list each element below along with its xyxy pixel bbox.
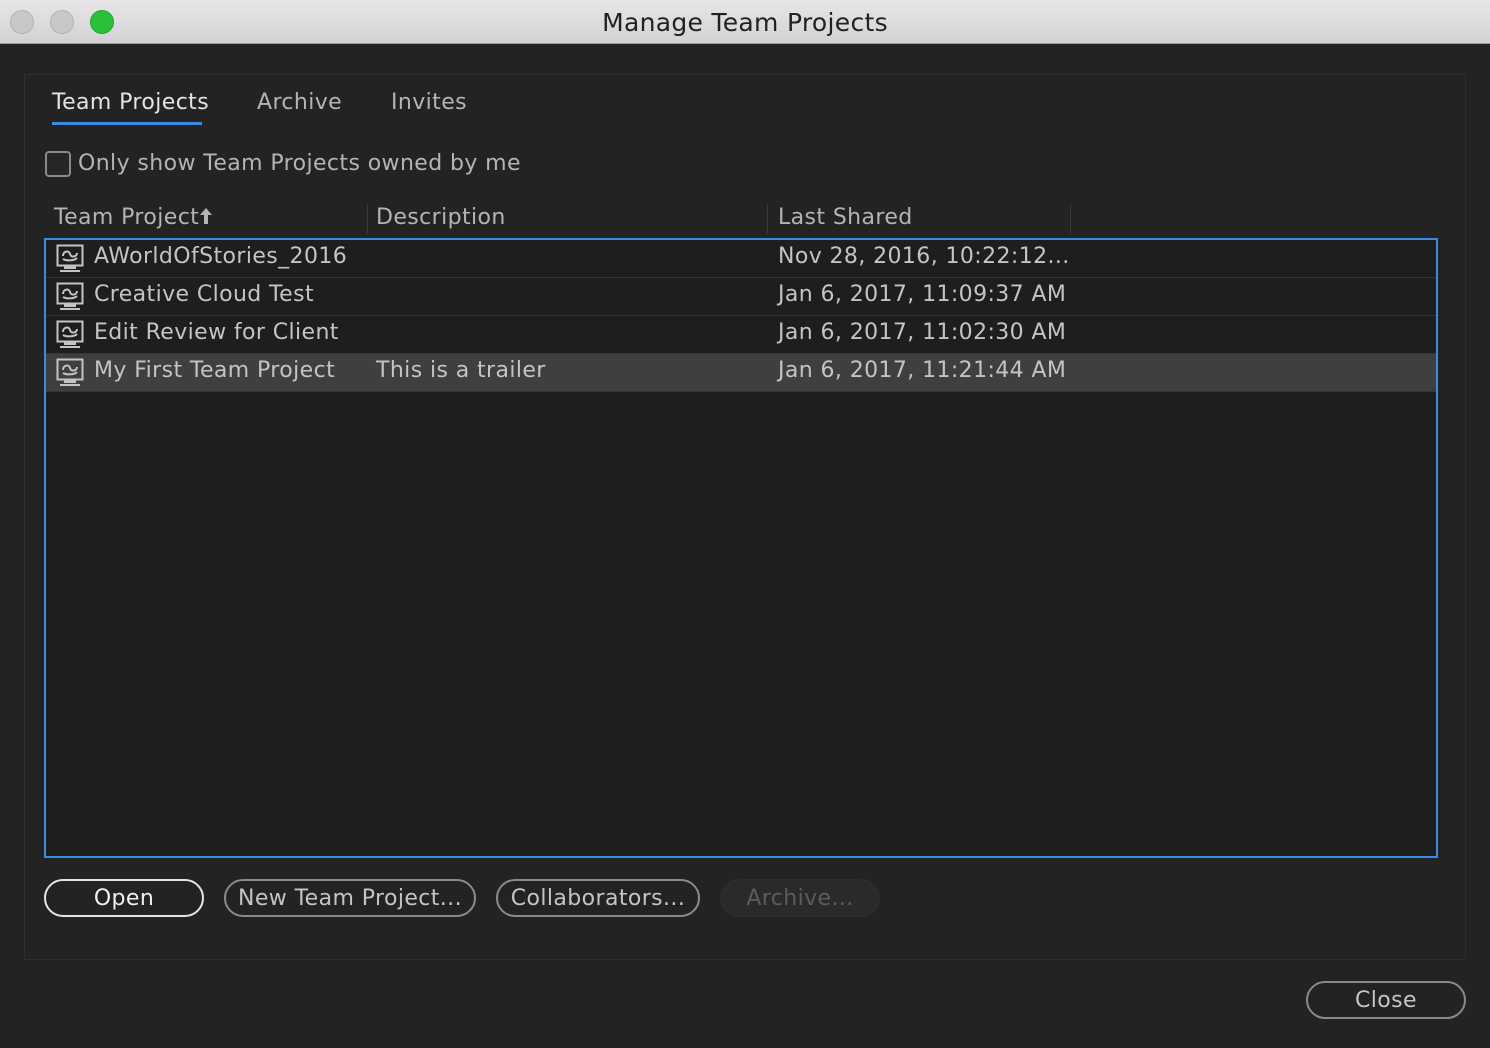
tab-archive[interactable]: Archive bbox=[257, 90, 342, 115]
column-header-last-shared[interactable]: Last Shared bbox=[778, 205, 913, 230]
table-row-selected[interactable]: My First Team Project This is a trailer … bbox=[46, 354, 1436, 392]
project-name: My First Team Project bbox=[94, 358, 336, 383]
project-last-shared: Jan 6, 2017, 11:21:44 AM bbox=[778, 358, 1067, 383]
project-last-shared: Jan 6, 2017, 11:09:37 AM bbox=[778, 282, 1067, 307]
team-project-icon bbox=[56, 320, 84, 348]
column-header-description[interactable]: Description bbox=[376, 205, 506, 230]
new-team-project-button[interactable]: New Team Project... bbox=[224, 879, 476, 917]
manage-team-projects-window: Manage Team Projects Team Projects Archi… bbox=[0, 0, 1490, 1048]
project-name: AWorldOfStories_2016 bbox=[94, 244, 348, 269]
archive-button[interactable]: Archive... bbox=[720, 879, 880, 917]
close-button[interactable]: Close bbox=[1306, 981, 1466, 1019]
project-last-shared: Jan 6, 2017, 11:02:30 AM bbox=[778, 320, 1067, 345]
table-row[interactable]: Edit Review for Client Jan 6, 2017, 11:0… bbox=[46, 316, 1436, 354]
project-last-shared: Nov 28, 2016, 10:22:12... bbox=[778, 244, 1070, 269]
project-name: Edit Review for Client bbox=[94, 320, 339, 345]
tab-invites[interactable]: Invites bbox=[391, 90, 467, 115]
title-bar: Manage Team Projects bbox=[0, 0, 1490, 44]
team-project-icon bbox=[56, 244, 84, 272]
team-project-icon bbox=[56, 358, 84, 386]
owned-by-me-label[interactable]: Only show Team Projects owned by me bbox=[78, 151, 521, 176]
tab-team-projects[interactable]: Team Projects bbox=[52, 90, 209, 115]
team-project-icon bbox=[56, 282, 84, 310]
project-description: This is a trailer bbox=[376, 358, 546, 383]
column-header-team-project[interactable]: Team Project bbox=[54, 205, 199, 230]
table-row[interactable]: AWorldOfStories_2016 Nov 28, 2016, 10:22… bbox=[46, 240, 1436, 278]
open-button[interactable]: Open bbox=[44, 879, 204, 917]
column-separator[interactable] bbox=[767, 204, 768, 234]
column-separator[interactable] bbox=[367, 204, 368, 234]
collaborators-button[interactable]: Collaborators... bbox=[496, 879, 700, 917]
window-title: Manage Team Projects bbox=[602, 8, 888, 37]
team-project-list[interactable]: AWorldOfStories_2016 Nov 28, 2016, 10:22… bbox=[44, 238, 1438, 858]
active-tab-indicator bbox=[52, 122, 202, 125]
project-name: Creative Cloud Test bbox=[94, 282, 314, 307]
owned-by-me-checkbox[interactable] bbox=[45, 151, 71, 177]
sort-ascending-icon[interactable] bbox=[198, 206, 214, 226]
column-separator[interactable] bbox=[1070, 204, 1071, 234]
table-row[interactable]: Creative Cloud Test Jan 6, 2017, 11:09:3… bbox=[46, 278, 1436, 316]
